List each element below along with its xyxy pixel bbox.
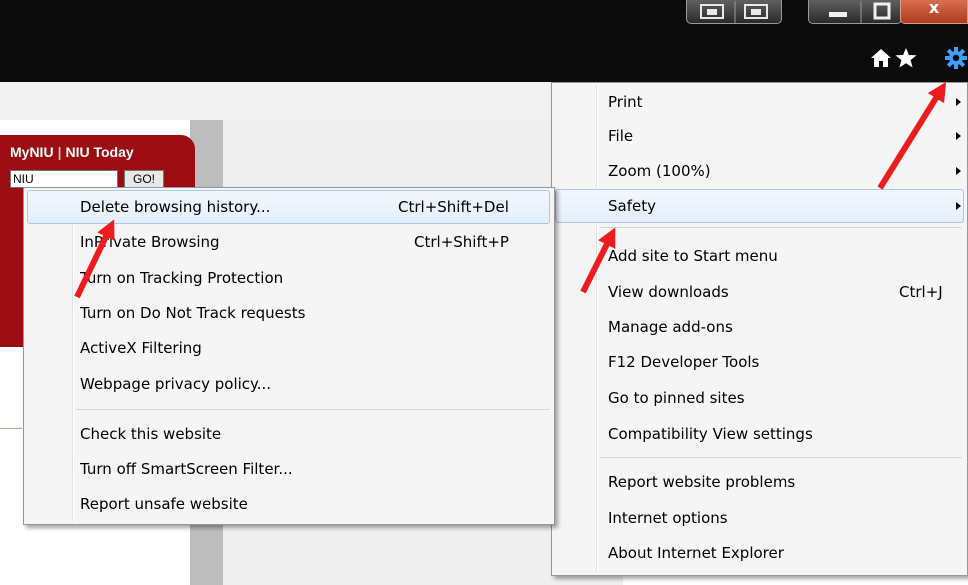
submenu-arrow-icon [956,167,961,175]
menu-separator [600,227,962,228]
tab-view-icon [700,1,768,23]
window-controls[interactable] [808,0,902,24]
menu-item-manage-add-ons[interactable]: Manage add-ons [555,310,964,344]
menu-item-about-internet-explorer[interactable]: About Internet Explorer [555,536,964,570]
page-rule [0,428,22,429]
menu-item-shortcut: Ctrl+J [899,283,943,301]
menu-item-safety[interactable]: Safety [555,189,964,223]
menu-item-label: Compatibility View settings [608,425,813,443]
tab-view-buttons[interactable] [686,0,782,24]
menu-item-go-to-pinned-sites[interactable]: Go to pinned sites [555,381,964,415]
submenu-arrow-icon [956,132,961,140]
menu-item-label: Print [608,93,643,111]
menu-item-f12-developer-tools[interactable]: F12 Developer Tools [555,345,964,379]
close-window-button[interactable]: x [900,0,968,24]
menu-item-label: Zoom (100%) [608,162,711,180]
menu-separator [76,409,550,410]
menu-item-label: Add site to Start menu [608,247,778,265]
menu-item-delete-browsing-history[interactable]: Delete browsing history... Ctrl+Shift+De… [27,190,550,224]
menu-item-label: Turn on Do Not Track requests [80,304,306,322]
menu-item-label: Turn on Tracking Protection [80,269,284,287]
menu-item-tracking-protection[interactable]: Turn on Tracking Protection [27,261,550,295]
menu-item-webpage-privacy-policy[interactable]: Webpage privacy policy... [27,367,550,401]
niu-go-button[interactable]: GO! [124,170,164,188]
menu-item-internet-options[interactable]: Internet options [555,501,964,535]
menu-item-activex-filtering[interactable]: ActiveX Filtering [27,331,550,365]
menu-item-smartscreen-filter[interactable]: Turn off SmartScreen Filter... [27,452,550,486]
menu-item-label: Internet options [608,509,728,527]
nav-link-myniu[interactable]: MyNIU [10,144,54,160]
menu-item-label: Go to pinned sites [608,389,745,407]
menu-item-label: Webpage privacy policy... [80,375,272,393]
menu-item-label: F12 Developer Tools [608,353,760,371]
favorites-star-icon[interactable] [894,46,918,70]
menu-item-label: Report unsafe website [80,495,248,513]
menu-item-label: Safety [608,197,656,215]
menu-item-label: InPrivate Browsing [80,233,220,251]
menu-separator [600,457,962,458]
safety-submenu: Delete browsing history... Ctrl+Shift+De… [23,187,555,525]
niu-nav-links: MyNIU | NIU Today [10,144,134,160]
menu-item-zoom[interactable]: Zoom (100%) [555,154,964,188]
menu-item-shortcut: Ctrl+Shift+Del [398,198,509,216]
home-icon[interactable] [869,46,893,70]
nav-link-niu-today[interactable]: NIU Today [65,144,133,160]
menu-item-report-website-problems[interactable]: Report website problems [555,465,964,499]
menu-item-label: Turn off SmartScreen Filter... [80,460,293,478]
menu-item-do-not-track[interactable]: Turn on Do Not Track requests [27,296,550,330]
submenu-arrow-icon [956,98,961,106]
close-icon: x [928,0,940,17]
browser-chrome: x [0,0,968,82]
menu-item-file[interactable]: File [555,119,964,153]
menu-item-label: ActiveX Filtering [80,339,202,357]
minimize-maximize-icon [829,1,891,23]
submenu-arrow-icon [956,202,961,210]
menu-item-compatibility-view-settings[interactable]: Compatibility View settings [555,417,964,451]
menu-item-label: File [608,127,634,145]
menu-item-label: About Internet Explorer [608,544,784,562]
menu-item-report-unsafe-website[interactable]: Report unsafe website [27,487,550,521]
menu-item-add-site-start-menu[interactable]: Add site to Start menu [555,239,964,273]
menu-item-label: Check this website [80,425,222,443]
nav-separator: | [57,144,62,160]
menu-item-label: View downloads [608,283,729,301]
menu-item-view-downloads[interactable]: View downloads Ctrl+J [555,275,964,309]
menu-item-check-this-website[interactable]: Check this website [27,417,550,451]
tools-gear-icon[interactable] [944,46,968,70]
menu-item-shortcut: Ctrl+Shift+P [414,233,509,251]
menu-item-print[interactable]: Print [555,85,964,119]
menu-item-inprivate-browsing[interactable]: InPrivate Browsing Ctrl+Shift+P [27,225,550,259]
tools-menu: Print File Zoom (100%) Safety Add site t… [551,82,968,576]
menu-item-label: Manage add-ons [608,318,733,336]
niu-search-input[interactable]: NIU [10,170,118,188]
menu-item-label: Report website problems [608,473,796,491]
menu-item-label: Delete browsing history... [80,198,271,216]
